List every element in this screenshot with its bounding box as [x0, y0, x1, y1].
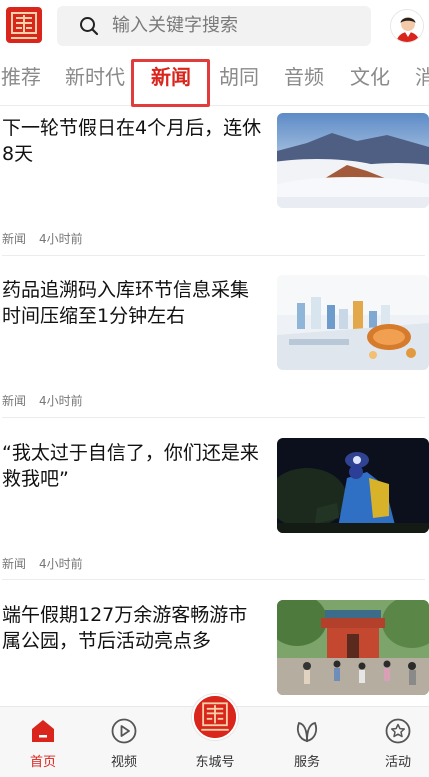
- news-title[interactable]: 药品追溯码入库环节信息采集时间压缩至1分钟左右: [2, 277, 264, 329]
- nav-home-label: 首页: [29, 755, 56, 770]
- tab-more-partial[interactable]: 消: [415, 64, 429, 90]
- feed-divider: [2, 579, 425, 580]
- news-thumbnail[interactable]: [277, 275, 429, 370]
- nav-video[interactable]: 视频: [81, 707, 167, 777]
- feed-divider: [2, 255, 425, 256]
- feed-divider: [2, 417, 425, 418]
- dongcheng-logo-icon[interactable]: [6, 7, 42, 43]
- tab-audio[interactable]: 音频: [284, 64, 324, 90]
- news-title[interactable]: 端午假期127万余游客畅游市属公园，节后活动亮点多: [2, 602, 264, 654]
- news-time: 4小时前: [39, 394, 83, 408]
- user-avatar-icon[interactable]: [390, 9, 424, 43]
- news-thumbnail[interactable]: [277, 113, 429, 208]
- news-meta: 新闻 4小时前: [2, 230, 83, 247]
- video-play-icon: [111, 718, 137, 744]
- activity-star-icon: [385, 718, 411, 744]
- news-title[interactable]: “我太过于自信了，你们还是来救我吧”: [2, 440, 264, 492]
- news-category: 新闻: [2, 232, 27, 246]
- news-card[interactable]: “我太过于自信了，你们还是来救我吧” 新闻 4小时前: [0, 432, 429, 595]
- search-icon: [80, 17, 99, 36]
- tab-recommend[interactable]: 推荐: [1, 64, 41, 90]
- news-thumbnail[interactable]: [277, 438, 429, 533]
- nav-activity-label: 活动: [384, 755, 411, 770]
- nav-service-label: 服务: [293, 755, 320, 770]
- home-icon: [32, 720, 54, 742]
- news-time: 4小时前: [39, 232, 83, 246]
- nav-service[interactable]: 服务: [264, 707, 350, 777]
- news-title[interactable]: 下一轮节假日在4个月后，连休8天: [2, 115, 264, 167]
- search-bar[interactable]: 输入关键字搜索: [57, 6, 371, 46]
- news-thumbnail[interactable]: [277, 600, 429, 695]
- nav-activity[interactable]: 活动: [355, 707, 429, 777]
- nav-home[interactable]: 首页: [0, 707, 86, 777]
- search-placeholder: 输入关键字搜索: [112, 15, 238, 36]
- channel-tabs: 推荐 新时代 新闻 胡同 音频 文化 消: [0, 56, 429, 106]
- news-card[interactable]: 药品追溯码入库环节信息采集时间压缩至1分钟左右 新闻 4小时前: [0, 269, 429, 432]
- tab-hutong[interactable]: 胡同: [219, 64, 259, 90]
- nav-video-label: 视频: [110, 755, 137, 770]
- tab-culture[interactable]: 文化: [350, 64, 390, 90]
- news-meta: 新闻 4小时前: [2, 555, 83, 572]
- nav-dongcheng-hao-label: 东城号: [195, 755, 235, 770]
- tab-new-era[interactable]: 新时代: [65, 64, 125, 90]
- news-meta: 新闻 4小时前: [2, 392, 83, 409]
- news-category: 新闻: [2, 394, 27, 408]
- news-time: 4小时前: [39, 557, 83, 571]
- service-leaf-icon: [296, 721, 318, 743]
- news-card[interactable]: 下一轮节假日在4个月后，连休8天 新闻 4小时前: [0, 107, 429, 270]
- active-tab-highlight-box: [131, 59, 210, 107]
- dongcheng-badge-icon[interactable]: [192, 694, 238, 740]
- news-category: 新闻: [2, 557, 27, 571]
- app-header: 输入关键字搜索: [0, 0, 429, 56]
